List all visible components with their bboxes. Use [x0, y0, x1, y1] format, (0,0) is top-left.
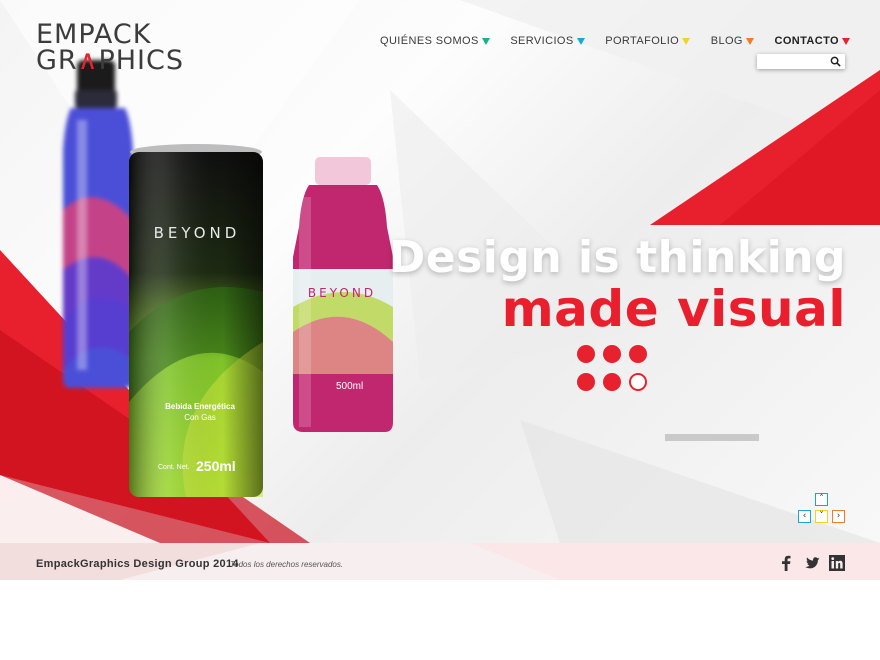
linkedin-icon[interactable]	[829, 555, 845, 571]
triangle-down-icon	[745, 37, 754, 45]
can-subtitle2-label: Con Gas	[184, 413, 216, 422]
slider-progress-bar	[665, 434, 759, 441]
can-volume-label: 250ml	[196, 458, 236, 474]
nav-item-servicios[interactable]: SERVICIOS	[510, 35, 585, 47]
can-brand-label: BEYOND	[153, 224, 241, 242]
hero-banner: BEYOND Bebida Energética Con Gas Cont. N…	[0, 0, 880, 543]
slider-dot[interactable]	[629, 373, 647, 391]
logo[interactable]: EMPACK GR∧PHICS	[36, 21, 184, 76]
nav-item-portafolio[interactable]: PORTAFOLIO	[605, 35, 691, 47]
search-icon[interactable]	[830, 56, 841, 67]
bottle-volume-label: 500ml	[336, 381, 364, 392]
headline-line2: made visual	[501, 280, 846, 338]
slider-dot[interactable]	[577, 345, 595, 363]
arrow-right-button[interactable]: ›	[832, 510, 845, 523]
arrow-up-button[interactable]: ˄	[815, 493, 828, 506]
slider-dot[interactable]	[603, 345, 621, 363]
slider-dot[interactable]	[577, 373, 595, 391]
logo-line2: GR∧PHICS	[36, 44, 184, 76]
nav-item-quienes-somos[interactable]: QUIÉNES SOMOS	[380, 35, 490, 47]
nav-item-contacto[interactable]: CONTACTO	[774, 35, 850, 47]
search-input[interactable]	[757, 57, 833, 72]
arrow-down-button[interactable]: ˅	[815, 510, 828, 523]
main-nav: QUIÉNES SOMOS SERVICIOS PORTAFOLIO BLOG …	[380, 35, 850, 47]
logo-accent: ∧	[77, 44, 99, 76]
slider-dot[interactable]	[629, 345, 647, 363]
bottle-brand-label: BEYOND	[307, 286, 377, 300]
search-box	[757, 54, 845, 72]
nav-item-blog[interactable]: BLOG	[711, 35, 754, 47]
twitter-icon[interactable]	[802, 556, 820, 572]
can-net-label: Cont. Net.	[158, 464, 190, 471]
can-subtitle-label: Bebida Energética	[165, 402, 235, 411]
triangle-down-icon	[682, 37, 691, 45]
footer-brand: EmpackGraphics Design Group 2014	[36, 558, 239, 570]
arrow-left-button[interactable]: ‹	[798, 510, 811, 523]
facebook-icon[interactable]	[781, 555, 791, 571]
beyond-can-image	[129, 144, 263, 497]
headline-line1: Design is thinking	[388, 232, 846, 283]
footer: EmpackGraphics Design Group 2014 Todos l…	[0, 543, 880, 580]
slider-dots	[577, 345, 653, 391]
triangle-down-icon	[481, 37, 490, 45]
triangle-down-icon	[841, 37, 850, 45]
slider-dot[interactable]	[603, 373, 621, 391]
footer-rights: Todos los derechos reservados.	[230, 560, 344, 569]
triangle-down-icon	[576, 37, 585, 45]
